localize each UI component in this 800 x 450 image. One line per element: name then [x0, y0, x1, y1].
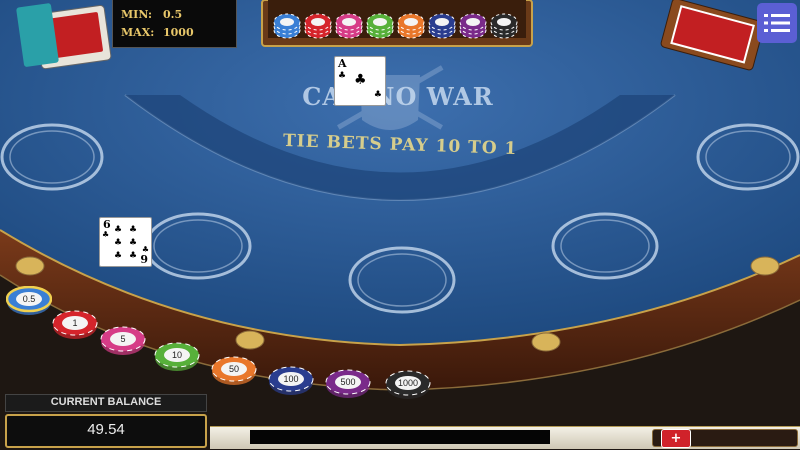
chip-500[interactable]: 500 — [325, 369, 371, 399]
chip-value-label: 100 — [283, 374, 299, 384]
table-title: CASINO WAR — [302, 82, 494, 111]
chip-value-label: 5 — [120, 334, 126, 344]
club-icon: ♣ — [354, 72, 367, 88]
chip-10[interactable]: 10 — [154, 342, 200, 372]
player-card-rank-bottom: 9 — [140, 253, 148, 266]
dealer-card-rank: A — [338, 57, 347, 70]
club-icon: ♣ — [338, 71, 347, 81]
chip-value-label: 500 — [340, 377, 356, 387]
max-label: MAX: — [121, 26, 155, 39]
volume-control[interactable]: + — [652, 429, 798, 448]
volume-up-button[interactable]: + — [661, 429, 691, 448]
club-icon: ♣ — [102, 230, 110, 239]
chip-100[interactable]: 100 — [268, 366, 314, 396]
chip-value-label: 10 — [171, 350, 182, 360]
game-table: CASINO WAR TIE BETS PAY 10 TO 1 MIN: 0.5 … — [0, 0, 800, 450]
club-icon: ♣ — [114, 251, 123, 261]
hamburger-list-icon — [764, 14, 790, 32]
chip-value-label: 50 — [228, 364, 239, 374]
chip-1[interactable]: 1 — [52, 310, 98, 340]
club-icon: ♣ — [114, 238, 123, 248]
tray-chip-stack — [490, 13, 518, 39]
menu-button[interactable] — [757, 3, 797, 43]
club-icon: ♣ — [373, 90, 382, 100]
balance-label: CURRENT BALANCE — [5, 394, 207, 412]
club-icon: ♣ — [129, 251, 138, 261]
club-icon: ♣ — [129, 238, 138, 248]
balance-value: 49.54 — [5, 414, 207, 448]
min-label: MIN: — [121, 8, 153, 21]
message-bar — [250, 430, 550, 444]
chip-50[interactable]: 50 — [211, 356, 257, 386]
balance-panel: CURRENT BALANCE 49.54 — [5, 394, 207, 448]
chip-value-label: 0.5 — [22, 294, 36, 304]
chip-value-label: 1 — [72, 318, 78, 328]
tray-chip-stack — [428, 13, 456, 39]
player-card: 6 ♣ ♣ ♣ ♣ ♣ ♣ ♣ ♣ 9 — [99, 217, 152, 267]
tray-chip-stack — [273, 13, 301, 39]
chip-value-label: 1000 — [397, 378, 419, 388]
chip-5[interactable]: 5 — [100, 326, 146, 356]
chip-1000[interactable]: 1000 — [385, 370, 431, 400]
club-icon: ♣ — [114, 225, 123, 235]
tray-chip-stack — [459, 13, 487, 39]
tray-chip-stack — [397, 13, 425, 39]
tray-chip-stack — [304, 13, 332, 39]
min-value: 0.5 — [163, 8, 183, 21]
club-icon: ♣ — [129, 225, 138, 235]
chip-0-5[interactable]: 0.5 — [6, 286, 52, 316]
tray-chip-stack — [366, 13, 394, 39]
max-value: 1000 — [163, 26, 194, 39]
bet-limits-panel: MIN: 0.5 MAX: 1000 — [112, 0, 237, 48]
bottom-bar: + — [210, 426, 800, 449]
tray-chip-stack — [335, 13, 363, 39]
dealer-card: A ♣ ♣ ♣ — [334, 56, 386, 106]
